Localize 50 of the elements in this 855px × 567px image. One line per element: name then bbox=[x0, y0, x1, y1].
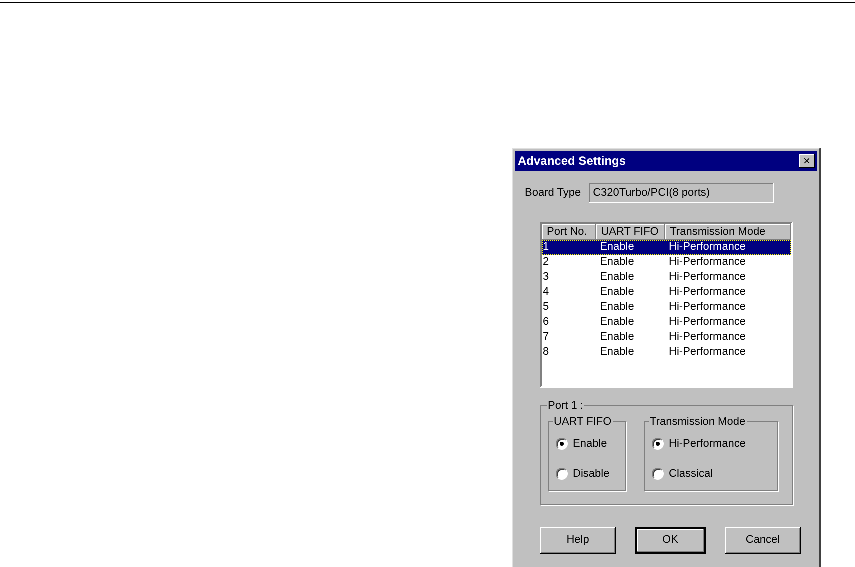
table-cell-text: Enable bbox=[599, 315, 636, 330]
table-row[interactable]: 3 Enable Hi-Performance bbox=[542, 270, 791, 285]
table-cell-text: Enable bbox=[599, 330, 636, 345]
table-row[interactable]: 1 Enable Hi-Performance bbox=[542, 240, 791, 255]
table-cell-text: Enable bbox=[599, 270, 636, 285]
table-cell-text: 5 bbox=[542, 300, 550, 315]
table-cell-text: 4 bbox=[542, 285, 550, 300]
table-cell-text: Hi-Performance bbox=[668, 330, 748, 345]
table-cell-text: 3 bbox=[542, 270, 550, 285]
table-row[interactable]: 4 Enable Hi-Performance bbox=[542, 285, 791, 300]
dialog-button[interactable]: Cancel bbox=[725, 527, 801, 554]
radio-button[interactable] bbox=[652, 438, 664, 450]
window-title: Advanced Settings bbox=[517, 153, 626, 170]
table-cell-text: Hi-Performance bbox=[668, 255, 748, 270]
table-cell-text: Hi-Performance bbox=[668, 345, 748, 360]
radio-option[interactable]: Disable bbox=[556, 466, 625, 482]
table-row[interactable]: 8 Enable Hi-Performance bbox=[542, 345, 791, 360]
dialog-button[interactable]: Help bbox=[540, 527, 616, 554]
radio-button[interactable] bbox=[556, 438, 568, 450]
board-type-label: Board Type bbox=[525, 186, 582, 201]
table-cell-text: Hi-Performance bbox=[668, 300, 748, 315]
table-cell-text: Enable bbox=[599, 300, 636, 315]
column-header[interactable]: Port No. bbox=[542, 224, 596, 240]
column-header[interactable]: UART FIFO bbox=[596, 224, 666, 240]
table-cell-text: Enable bbox=[599, 285, 636, 300]
radio-button[interactable] bbox=[556, 468, 568, 480]
table-cell-text: 7 bbox=[542, 330, 550, 345]
close-button[interactable]: × bbox=[799, 154, 815, 168]
board-type-field: C320Turbo/PCI(8 ports) bbox=[589, 183, 774, 203]
table-cell-text: 6 bbox=[542, 315, 550, 330]
column-header[interactable]: Transmission Mode bbox=[665, 224, 791, 240]
radio-option[interactable]: Enable bbox=[556, 436, 625, 452]
table-cell-text: Hi-Performance bbox=[668, 270, 748, 285]
radio-option[interactable]: Hi-Performance bbox=[652, 436, 777, 452]
table-row[interactable]: 7 Enable Hi-Performance bbox=[542, 330, 791, 345]
table-cell-text: Enable bbox=[599, 345, 636, 360]
radio-option[interactable]: Classical bbox=[652, 466, 777, 482]
dialog-button[interactable]: OK bbox=[635, 527, 706, 554]
table-cell-text: Hi-Performance bbox=[668, 315, 748, 330]
table-cell-text: 2 bbox=[542, 255, 550, 270]
table-row[interactable]: 6 Enable Hi-Performance bbox=[542, 315, 791, 330]
radio-button[interactable] bbox=[652, 468, 664, 480]
table-row[interactable]: 2 Enable Hi-Performance bbox=[542, 255, 791, 270]
table-cell-text: 1 bbox=[542, 240, 550, 255]
table-cell-text: Hi-Performance bbox=[668, 240, 748, 255]
table-cell-text: Enable bbox=[599, 240, 636, 255]
table-cell-text: 8 bbox=[542, 345, 550, 360]
table-cell-text: Hi-Performance bbox=[668, 285, 748, 300]
table-cell-text: Enable bbox=[599, 255, 636, 270]
table-row[interactable]: 5 Enable Hi-Performance bbox=[542, 300, 791, 315]
